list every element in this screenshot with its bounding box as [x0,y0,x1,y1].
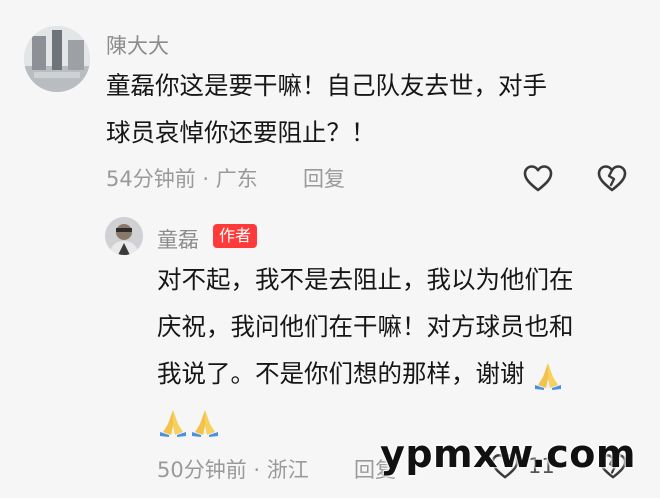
reply-time: 50分钟前 [157,458,247,482]
broken-heart-icon[interactable] [596,163,628,193]
reply-button[interactable]: 回复 [303,163,345,193]
heart-icon[interactable] [522,163,554,193]
avatar[interactable] [24,26,90,92]
comment-text-line: 球员哀悼你还要阻止？！ [106,118,376,147]
reply-text-line: 庆祝，我问他们在干嘛！对方球员也和 [157,312,574,341]
praying-hands-emoji [192,409,218,437]
praying-hands-emoji [160,409,186,437]
reply-text-line-with-emoji: 我说了。不是你们想的那样，谢谢 [157,358,564,391]
meta-separator: · [195,167,216,191]
avatar-image [105,217,143,255]
comment-username[interactable]: 陳大大 [106,30,169,60]
reply-text-line: 对不起，我不是去阻止，我以为他们在 [157,265,574,294]
reply-location: 浙江 [266,458,309,482]
comment-text-line: 童磊你这是要干嘛！自己队友去世，对手 [106,71,547,100]
author-badge: 作者 [213,224,258,248]
reply-text-line: 我说了。不是你们想的那样，谢谢 [157,359,525,388]
reply-username[interactable]: 童磊 [157,224,199,254]
praying-hands-emoji [535,363,562,390]
avatar-image [24,26,90,92]
comment-time: 54分钟前 [106,167,196,191]
comment-meta: 54分钟前 · 广东 [106,163,258,193]
meta-separator: · [246,458,267,482]
reply-meta: 50分钟前 · 浙江 [157,454,309,484]
avatar[interactable] [105,217,143,255]
reply-emoji-line [157,405,221,438]
watermark-text: ypmxw.com [380,432,636,476]
comment-location: 广东 [215,167,258,191]
